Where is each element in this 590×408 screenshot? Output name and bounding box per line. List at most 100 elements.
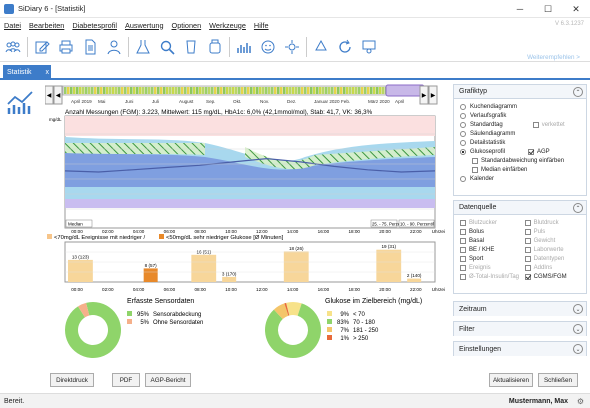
panel-datenquelle-header[interactable]: Datenquelle ⌃ [454, 201, 586, 215]
close-dialog-button[interactable]: Schließen [538, 373, 578, 387]
timeline-selection [385, 84, 425, 97]
timeline-day-cell [166, 87, 169, 94]
collapse-icon[interactable]: ⌃ [573, 203, 583, 213]
checkbox-icon[interactable] [460, 264, 466, 271]
tab-close-icon[interactable]: x [46, 69, 50, 76]
menu-auswertung[interactable]: Auswertung [125, 21, 164, 30]
source--total-insulin-tag[interactable]: Ø-Total-Insulin/Tag [460, 272, 525, 281]
print-icon[interactable] [57, 38, 75, 56]
checkbox-icon[interactable] [524, 228, 531, 235]
direktdruck-button[interactable]: Direktdruck [50, 373, 94, 387]
document-icon[interactable] [81, 38, 99, 56]
radio-icon[interactable] [460, 130, 466, 137]
checkbox-icon[interactable] [524, 264, 531, 271]
median-checkbox[interactable] [472, 166, 478, 173]
lab-flask-icon[interactable] [134, 38, 152, 56]
source-blutdruck[interactable]: Blutdruck [524, 218, 580, 227]
glass-icon[interactable] [182, 38, 200, 56]
agp-report-button[interactable]: AGP-Bericht [145, 373, 191, 387]
panel-filter[interactable]: Filter ⌄ [453, 321, 587, 336]
median-coloring-option[interactable]: Median einfärben [460, 165, 580, 174]
option-glukoseprofil[interactable]: Glukoseprofil AGP [460, 147, 580, 156]
maximize-button[interactable]: ☐ [534, 0, 562, 18]
source-gewicht[interactable]: Gewicht [524, 236, 580, 245]
gear-sync-icon[interactable] [283, 38, 301, 56]
smiley-icon[interactable] [259, 38, 277, 56]
refresh-button[interactable]: Aktualisieren [489, 373, 533, 387]
pill-icon[interactable] [206, 38, 224, 56]
menu-werkzeuge[interactable]: Werkzeuge [209, 21, 246, 30]
checkbox-icon[interactable] [460, 237, 466, 244]
expand-icon[interactable]: ⌄ [573, 324, 583, 334]
option-detailstatistik[interactable]: Detailstatistik [460, 138, 580, 147]
timeline-day-cell [163, 87, 166, 94]
person-icon[interactable] [105, 38, 123, 56]
checkbox-icon[interactable] [460, 228, 466, 235]
panel-zeitraum[interactable]: Zeitraum ⌄ [453, 301, 587, 316]
donut-title: Erfasste Sensordaten [127, 298, 194, 305]
checkbox-icon[interactable] [524, 246, 531, 253]
recommend-link[interactable]: Weiterempfehlen > [527, 54, 580, 61]
source-addins[interactable]: AddIns [524, 263, 580, 272]
menu-diabetesprofil[interactable]: Diabetesprofil [72, 21, 117, 30]
source-bolus[interactable]: Bolus [460, 227, 525, 236]
edit-icon[interactable] [33, 38, 51, 56]
users-icon[interactable] [4, 38, 22, 56]
checkbox-icon[interactable] [460, 273, 466, 280]
source-basal[interactable]: Basal [460, 236, 525, 245]
option-kuchendiagramm[interactable]: Kuchendiagramm [460, 102, 580, 111]
radio-icon[interactable] [460, 139, 466, 146]
tab-statistik[interactable]: Statistik x [3, 65, 51, 80]
teacher-icon[interactable] [360, 38, 378, 56]
pdf-button[interactable]: PDF [112, 373, 140, 387]
radio-icon[interactable] [460, 103, 466, 110]
option-verlaufsgrafik[interactable]: Verlaufsgrafik [460, 111, 580, 120]
y-axis-label: mg/dL [49, 117, 62, 122]
statistics-icon[interactable] [235, 38, 253, 56]
close-button[interactable]: ✕ [562, 0, 590, 18]
checkbox-icon[interactable] [524, 255, 531, 262]
panel-einstellungen[interactable]: Einstellungen ⌄ [453, 341, 587, 356]
std-checkbox[interactable] [472, 157, 478, 164]
source-be-khe[interactable]: BE / KHE [460, 245, 525, 254]
source-datentypen[interactable]: Datentypen [524, 254, 580, 263]
verkettet-checkbox[interactable] [532, 121, 539, 128]
menu-bearbeiten[interactable]: Bearbeiten [29, 21, 64, 30]
radio-icon[interactable] [460, 112, 466, 119]
checkbox-icon[interactable] [460, 219, 466, 226]
option-standardtag[interactable]: Standardtag verkettet [460, 120, 580, 129]
option-kalender[interactable]: Kalender [460, 174, 580, 183]
timeline-scrubber[interactable]: ◀ ◀ April 2019 Mai Juni Juli August Sep. Okt. N… [45, 84, 445, 106]
timeline-day-cell [91, 87, 94, 94]
recycle-icon[interactable] [312, 38, 330, 56]
agp-checkbox[interactable] [528, 148, 535, 155]
source-laborwerte[interactable]: Laborwerte [524, 245, 580, 254]
checkbox-icon[interactable] [460, 246, 466, 253]
checkbox-icon[interactable] [460, 255, 466, 262]
source-sport[interactable]: Sport [460, 254, 525, 263]
option-saeulendiagramm[interactable]: Säulendiagramm [460, 129, 580, 138]
menu-optionen[interactable]: Optionen [172, 21, 202, 30]
expand-icon[interactable]: ⌄ [573, 304, 583, 314]
source-ereignis[interactable]: Ereignis [460, 263, 525, 272]
panel-grafiktyp-header[interactable]: Grafiktyp ⌃ [454, 85, 586, 99]
checkbox-icon[interactable] [524, 219, 531, 226]
std-coloring-option[interactable]: Standardabweichung einfärben [460, 156, 580, 165]
radio-icon[interactable] [460, 121, 466, 128]
donut-legend-name: 70 - 180 [353, 320, 376, 326]
source-blutzucker[interactable]: Blutzucker [460, 218, 525, 227]
radio-icon[interactable] [460, 175, 466, 182]
event-bar [407, 278, 422, 282]
checkbox-icon[interactable] [524, 237, 531, 244]
source-cgms-fgm[interactable]: CGMS/FGM [524, 272, 580, 281]
checkbox-icon[interactable] [524, 273, 531, 280]
menu-datei[interactable]: Datei [4, 21, 21, 30]
refresh-icon[interactable] [336, 38, 354, 56]
menu-hilfe[interactable]: Hilfe [254, 21, 269, 30]
expand-icon[interactable]: ⌄ [573, 344, 583, 354]
search-icon[interactable] [158, 38, 176, 56]
collapse-icon[interactable]: ⌃ [573, 87, 583, 97]
source-puls[interactable]: Puls [524, 227, 580, 236]
radio-selected-icon[interactable] [460, 148, 466, 155]
minimize-button[interactable]: ─ [506, 0, 534, 18]
